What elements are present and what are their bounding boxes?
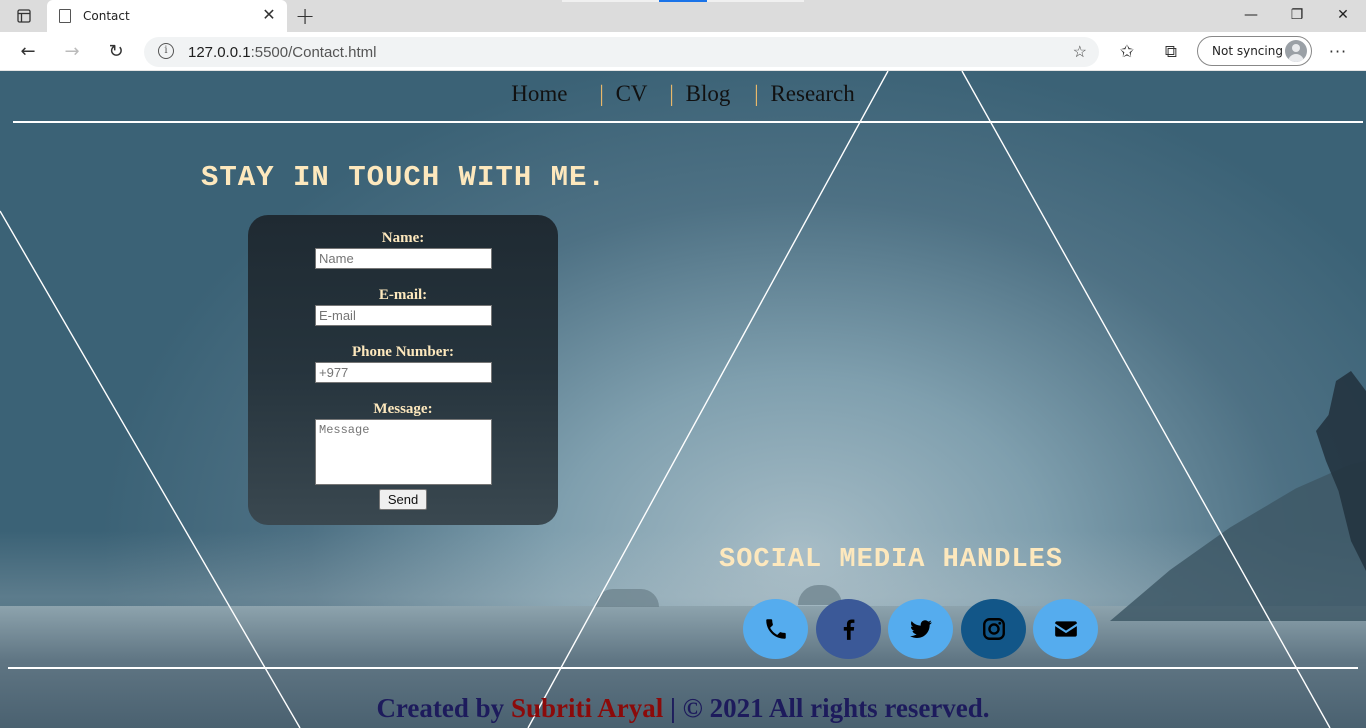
nav-blog-link[interactable]: Blog [686, 81, 731, 107]
instagram-icon [982, 618, 1005, 640]
url-host: 127.0.0.1 [188, 44, 251, 61]
add-favorite-icon[interactable]: ☆ [1073, 42, 1087, 62]
tab-actions-icon[interactable] [10, 6, 38, 26]
email-label: E-mail: [378, 287, 428, 303]
email-input[interactable] [315, 305, 492, 326]
footer-prefix: Created by [376, 693, 505, 723]
favorites-icon[interactable]: ✩ [1115, 40, 1139, 64]
minimize-window-button[interactable]: — [1228, 4, 1274, 26]
collections-icon[interactable]: ⧉ [1159, 40, 1183, 64]
email-link[interactable] [1033, 599, 1098, 659]
email-icon [1054, 621, 1077, 637]
footer-divider [8, 667, 1358, 669]
avatar [1285, 40, 1307, 62]
facebook-link[interactable] [816, 599, 881, 659]
footer-copyright: | © 2021 All rights reserved. [669, 693, 990, 723]
twitter-icon [909, 620, 932, 638]
message-label: Message: [373, 401, 433, 417]
more-icon[interactable]: ··· [1326, 40, 1350, 64]
message-textarea[interactable] [315, 419, 492, 485]
browser-tab-bar: Contact ✕ + — ❐ ✕ [0, 0, 1366, 32]
social-heading: SOCIAL MEDIA HANDLES [719, 545, 1064, 575]
url-text[interactable]: 127.0.0.1:5500/Contact.html [188, 44, 376, 61]
footer: Created by Subriti Aryal | © 2021 All ri… [0, 693, 1366, 724]
profile-sync-button[interactable]: Not syncing [1197, 36, 1312, 66]
page-viewport: Home | CV | Blog | Research STAY IN TOUC… [0, 71, 1366, 728]
sync-label: Not syncing [1212, 44, 1283, 58]
restore-window-button[interactable]: ❐ [1274, 4, 1320, 26]
nav-research-link[interactable]: Research [770, 81, 854, 107]
contact-heading: STAY IN TOUCH WITH ME. [201, 161, 606, 194]
nav-separator: | [669, 81, 674, 106]
phone-label: Phone Number: [351, 344, 455, 360]
forward-button[interactable]: → [60, 40, 84, 64]
send-button[interactable]: Send [379, 489, 427, 510]
url-path: :5500/Contact.html [250, 44, 377, 61]
browser-toolbar: ← → ↻ i 127.0.0.1:5500/Contact.html ☆ ✩ … [0, 32, 1366, 71]
name-label: Name: [381, 230, 425, 246]
nav-divider [13, 121, 1363, 123]
new-tab-button[interactable]: + [294, 3, 316, 29]
browser-tab[interactable]: Contact ✕ [47, 0, 287, 32]
reload-button[interactable]: ↻ [104, 40, 128, 64]
phone-link[interactable] [743, 599, 808, 659]
nav-home-link[interactable]: Home [511, 81, 567, 107]
background-island [1110, 451, 1366, 621]
background-rock [595, 589, 659, 607]
nav-separator: | [754, 81, 759, 106]
instagram-link[interactable] [961, 599, 1026, 659]
site-nav: Home | CV | Blog | Research [0, 81, 1366, 107]
footer-author: Subriti Aryal [510, 693, 664, 723]
back-button[interactable]: ← [16, 40, 40, 64]
close-window-button[interactable]: ✕ [1320, 4, 1366, 26]
facebook-icon [843, 619, 854, 640]
tab-title: Contact [83, 9, 130, 23]
phone-input[interactable] [315, 362, 492, 383]
name-input[interactable] [315, 248, 492, 269]
page-icon [59, 9, 71, 23]
twitter-link[interactable] [888, 599, 953, 659]
nav-cv-link[interactable]: CV [616, 81, 648, 107]
close-tab-icon[interactable]: ✕ [261, 7, 277, 25]
address-bar[interactable]: i 127.0.0.1:5500/Contact.html ☆ [144, 37, 1099, 67]
site-info-icon[interactable]: i [158, 43, 174, 59]
contact-form: Name: E-mail: Phone Number: Message: Sen… [248, 215, 558, 525]
phone-icon [765, 619, 786, 639]
nav-separator: | [599, 81, 604, 106]
tab-strip-indicator [562, 0, 804, 2]
